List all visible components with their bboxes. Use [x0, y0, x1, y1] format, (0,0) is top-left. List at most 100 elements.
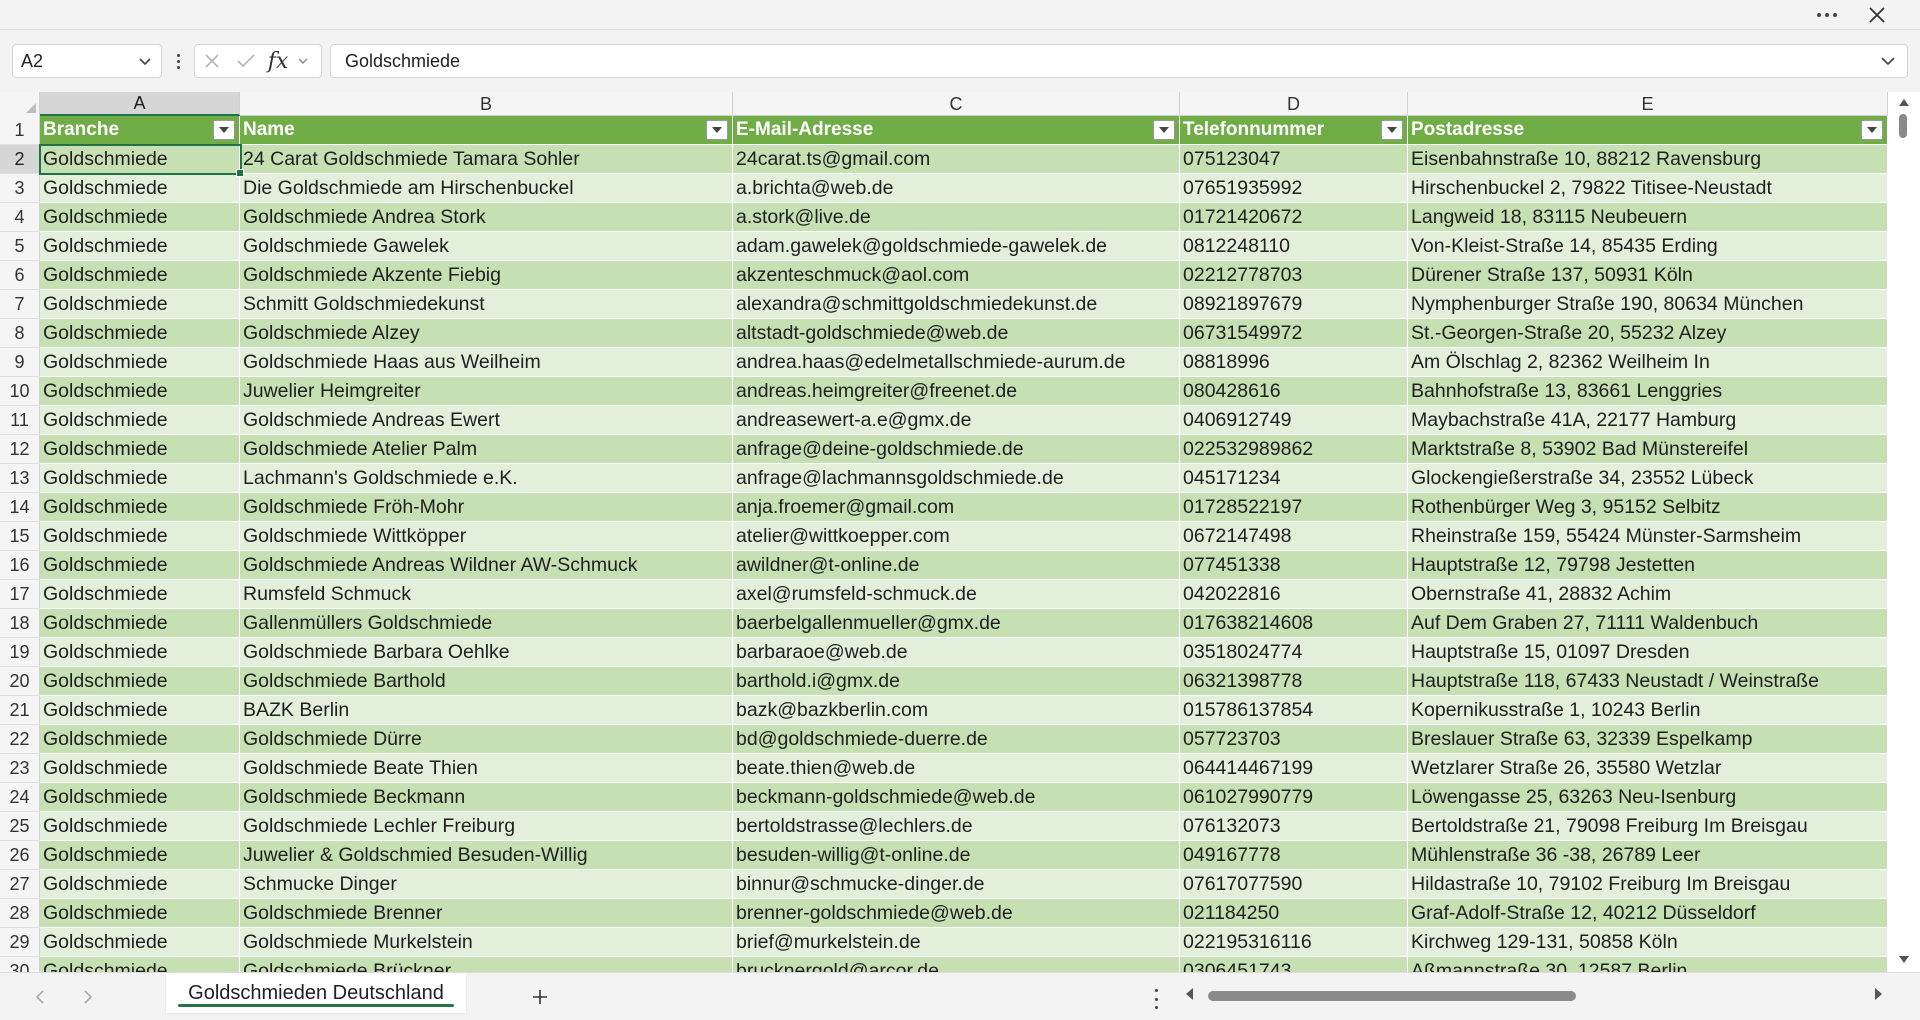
- cell-email[interactable]: besuden-willig@t-online.de: [733, 841, 1180, 870]
- filter-dropdown-icon[interactable]: [1861, 120, 1883, 140]
- row-header[interactable]: 24: [0, 783, 40, 812]
- cell-branche[interactable]: Goldschmiede: [40, 696, 240, 725]
- cell-email[interactable]: andrea.haas@edelmetallschmiede-aurum.de: [733, 348, 1180, 377]
- cell-postadresse[interactable]: Kirchweg 129-131, 50858 Köln: [1408, 928, 1888, 957]
- cell-name[interactable]: Goldschmiede Andreas Ewert: [240, 406, 733, 435]
- row-header[interactable]: 12: [0, 435, 40, 464]
- table-header-cell[interactable]: E-Mail-Adresse: [733, 116, 1180, 145]
- vertical-scrollbar[interactable]: [1888, 92, 1920, 972]
- cell-email[interactable]: brucknergold@arcor.de: [733, 957, 1180, 972]
- cell-telefon[interactable]: 057723703: [1180, 725, 1408, 754]
- more-options-icon[interactable]: [1812, 2, 1842, 28]
- cell-postadresse[interactable]: Wetzlarer Straße 26, 35580 Wetzlar: [1408, 754, 1888, 783]
- cell-branche[interactable]: Goldschmiede: [40, 522, 240, 551]
- row-header[interactable]: 22: [0, 725, 40, 754]
- cell-name[interactable]: Goldschmiede Akzente Fiebig: [240, 261, 733, 290]
- table-header-cell[interactable]: Postadresse: [1408, 116, 1888, 145]
- cell-telefon[interactable]: 03518024774: [1180, 638, 1408, 667]
- cell-postadresse[interactable]: Kopernikusstraße 1, 10243 Berlin: [1408, 696, 1888, 725]
- cell-postadresse[interactable]: Eisenbahnstraße 10, 88212 Ravensburg: [1408, 145, 1888, 174]
- column-header-a[interactable]: A: [40, 92, 240, 116]
- cell-name[interactable]: Juwelier & Goldschmied Besuden-Willig: [240, 841, 733, 870]
- cell-name[interactable]: Goldschmiede Alzey: [240, 319, 733, 348]
- cell-branche[interactable]: Goldschmiede: [40, 754, 240, 783]
- cell-branche[interactable]: Goldschmiede: [40, 899, 240, 928]
- row-header[interactable]: 8: [0, 319, 40, 348]
- cell-email[interactable]: anfrage@lachmannsgoldschmiede.de: [733, 464, 1180, 493]
- cell-email[interactable]: beate.thien@web.de: [733, 754, 1180, 783]
- row-header[interactable]: 4: [0, 203, 40, 232]
- cell-name[interactable]: Schmucke Dinger: [240, 870, 733, 899]
- filter-dropdown-icon[interactable]: [1381, 120, 1403, 140]
- row-header[interactable]: 10: [0, 377, 40, 406]
- cell-branche[interactable]: Goldschmiede: [40, 551, 240, 580]
- cell-email[interactable]: axel@rumsfeld-schmuck.de: [733, 580, 1180, 609]
- filter-dropdown-icon[interactable]: [706, 120, 728, 140]
- cell-email[interactable]: a.brichta@web.de: [733, 174, 1180, 203]
- insert-function-icon[interactable]: fx: [263, 49, 293, 74]
- cell-telefon[interactable]: 0406912749: [1180, 406, 1408, 435]
- cell-email[interactable]: akzenteschmuck@aol.com: [733, 261, 1180, 290]
- cell-name[interactable]: Goldschmiede Beckmann: [240, 783, 733, 812]
- cell-postadresse[interactable]: Löwengasse 25, 63263 Neu-Isenburg: [1408, 783, 1888, 812]
- row-header[interactable]: 6: [0, 261, 40, 290]
- chevron-down-icon[interactable]: [293, 45, 313, 77]
- cell-name[interactable]: Goldschmiede Beate Thien: [240, 754, 733, 783]
- vertical-more-icon[interactable]: [1152, 989, 1160, 1009]
- row-header[interactable]: 28: [0, 899, 40, 928]
- cell-email[interactable]: brief@murkelstein.de: [733, 928, 1180, 957]
- plus-icon[interactable]: [526, 983, 554, 1011]
- cell-telefon[interactable]: 0812248110: [1180, 232, 1408, 261]
- cell-name[interactable]: Rumsfeld Schmuck: [240, 580, 733, 609]
- cell-postadresse[interactable]: Hauptstraße 118, 67433 Neustadt / Weinst…: [1408, 667, 1888, 696]
- row-header[interactable]: 11: [0, 406, 40, 435]
- cell-email[interactable]: anja.froemer@gmail.com: [733, 493, 1180, 522]
- cell-name[interactable]: Goldschmiede Atelier Palm: [240, 435, 733, 464]
- scroll-down-icon[interactable]: [1898, 952, 1910, 970]
- cell-branche[interactable]: Goldschmiede: [40, 348, 240, 377]
- row-header[interactable]: 18: [0, 609, 40, 638]
- row-header[interactable]: 13: [0, 464, 40, 493]
- cell-email[interactable]: bazk@bazkberlin.com: [733, 696, 1180, 725]
- row-header[interactable]: 23: [0, 754, 40, 783]
- cell-email[interactable]: barbaraoe@web.de: [733, 638, 1180, 667]
- cell-telefon[interactable]: 022195316116: [1180, 928, 1408, 957]
- cell-telefon[interactable]: 022532989862: [1180, 435, 1408, 464]
- cell-branche[interactable]: Goldschmiede: [40, 841, 240, 870]
- row-header[interactable]: 3: [0, 174, 40, 203]
- cell-name[interactable]: Schmitt Goldschmiedekunst: [240, 290, 733, 319]
- cell-branche[interactable]: Goldschmiede: [40, 377, 240, 406]
- cell-name[interactable]: Goldschmiede Wittköpper: [240, 522, 733, 551]
- cell-telefon[interactable]: 021184250: [1180, 899, 1408, 928]
- cell-telefon[interactable]: 07617077590: [1180, 870, 1408, 899]
- chevron-left-icon[interactable]: [28, 985, 52, 1009]
- cell-telefon[interactable]: 077451338: [1180, 551, 1408, 580]
- cell-name[interactable]: Die Goldschmiede am Hirschenbuckel: [240, 174, 733, 203]
- row-header[interactable]: 5: [0, 232, 40, 261]
- cell-email[interactable]: a.stork@live.de: [733, 203, 1180, 232]
- cell-postadresse[interactable]: Aßmannstraße 30, 12587 Berlin: [1408, 957, 1888, 972]
- cell-email[interactable]: baerbelgallenmueller@gmx.de: [733, 609, 1180, 638]
- cell-email[interactable]: altstadt-goldschmiede@web.de: [733, 319, 1180, 348]
- scrollbar-thumb[interactable]: [1208, 991, 1576, 1001]
- cell-postadresse[interactable]: Glockengießerstraße 34, 23552 Lübeck: [1408, 464, 1888, 493]
- cell-email[interactable]: barthold.i@gmx.de: [733, 667, 1180, 696]
- cell-telefon[interactable]: 01721420672: [1180, 203, 1408, 232]
- cell-telefon[interactable]: 042022816: [1180, 580, 1408, 609]
- cell-email[interactable]: andreasewert-a.e@gmx.de: [733, 406, 1180, 435]
- close-icon[interactable]: [1862, 2, 1892, 28]
- cell-branche[interactable]: Goldschmiede: [40, 145, 240, 174]
- cell-name[interactable]: Goldschmiede Andreas Wildner AW-Schmuck: [240, 551, 733, 580]
- cancel-entry-icon[interactable]: [195, 45, 229, 77]
- row-header[interactable]: 30: [0, 957, 40, 972]
- cell-branche[interactable]: Goldschmiede: [40, 580, 240, 609]
- row-header[interactable]: 25: [0, 812, 40, 841]
- column-header-c[interactable]: C: [733, 92, 1180, 116]
- row-header[interactable]: 26: [0, 841, 40, 870]
- cell-branche[interactable]: Goldschmiede: [40, 232, 240, 261]
- row-header[interactable]: 7: [0, 290, 40, 319]
- cell-postadresse[interactable]: Hirschenbuckel 2, 79822 Titisee-Neustadt: [1408, 174, 1888, 203]
- cell-name[interactable]: Goldschmiede Murkelstein: [240, 928, 733, 957]
- row-header[interactable]: 16: [0, 551, 40, 580]
- cell-email[interactable]: alexandra@schmittgoldschmiedekunst.de: [733, 290, 1180, 319]
